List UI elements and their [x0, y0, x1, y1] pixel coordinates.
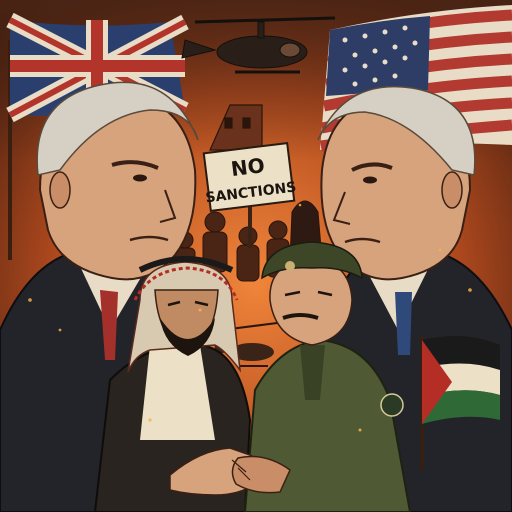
propaganda-illustration: NO SANCTIONS: [0, 0, 512, 512]
shoulder-patch-icon: [380, 393, 404, 417]
beret-badge-icon: [285, 261, 295, 271]
illustration-canvas: NO SANCTIONS: [0, 0, 512, 512]
protest-sign-line1: NO: [230, 153, 266, 181]
